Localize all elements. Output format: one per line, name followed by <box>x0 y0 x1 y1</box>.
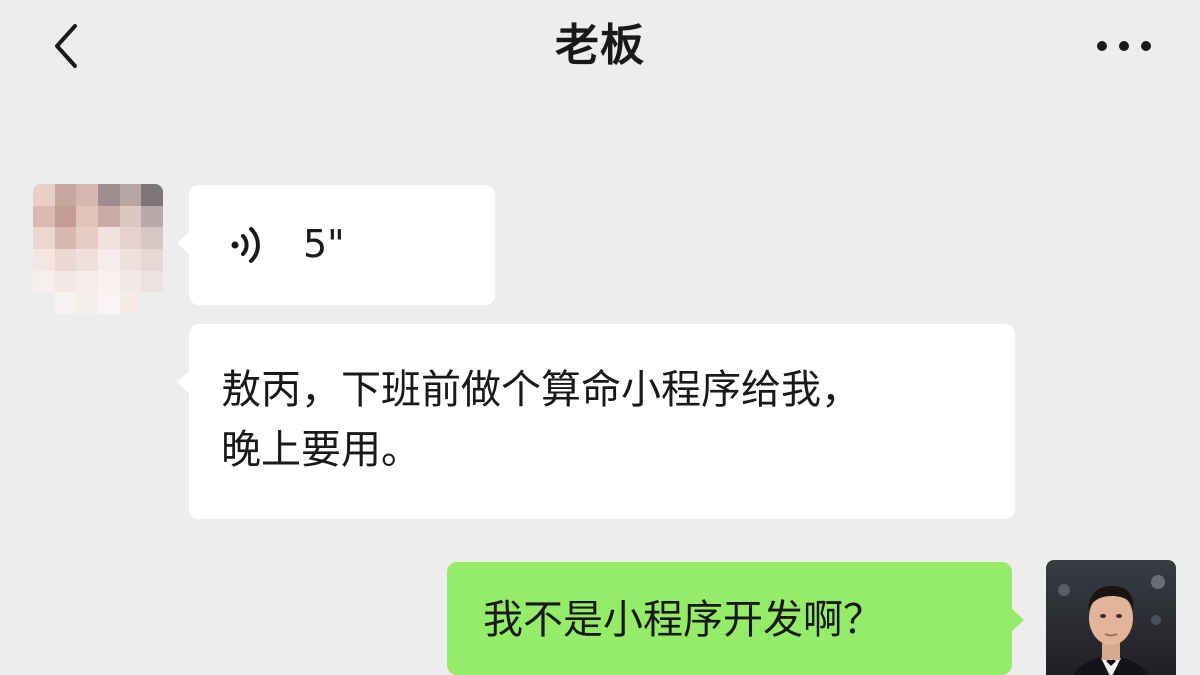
message-line: 晚上要用。 <box>221 427 421 473</box>
voice-wave-icon <box>231 227 260 263</box>
pixelated-avatar-image <box>33 184 163 314</box>
incoming-text-message[interactable]: 敖丙，下班前做个算命小程序给我， 晚上要用。 <box>177 324 1015 519</box>
nav-bar: 老板 <box>0 0 1200 96</box>
outgoing-text-message[interactable]: 我不是小程序开发啊？ <box>447 562 1024 675</box>
more-horizontal-icon <box>1097 41 1151 51</box>
voice-message-bubble[interactable]: 5" <box>177 185 495 305</box>
profile-photo-image <box>1046 560 1176 675</box>
message-text: 我不是小程序开发啊？ <box>483 597 883 643</box>
bubble-tail <box>177 231 190 255</box>
chat-title: 老板 <box>555 20 645 71</box>
bubble-tail <box>1011 608 1024 632</box>
more-button[interactable] <box>1084 24 1164 68</box>
contact-avatar[interactable] <box>33 184 163 314</box>
message-line: 敖丙，下班前做个算命小程序给我， <box>221 367 861 413</box>
self-avatar[interactable] <box>1046 560 1176 675</box>
voice-duration: 5" <box>303 222 345 266</box>
bubble-tail <box>177 370 190 394</box>
